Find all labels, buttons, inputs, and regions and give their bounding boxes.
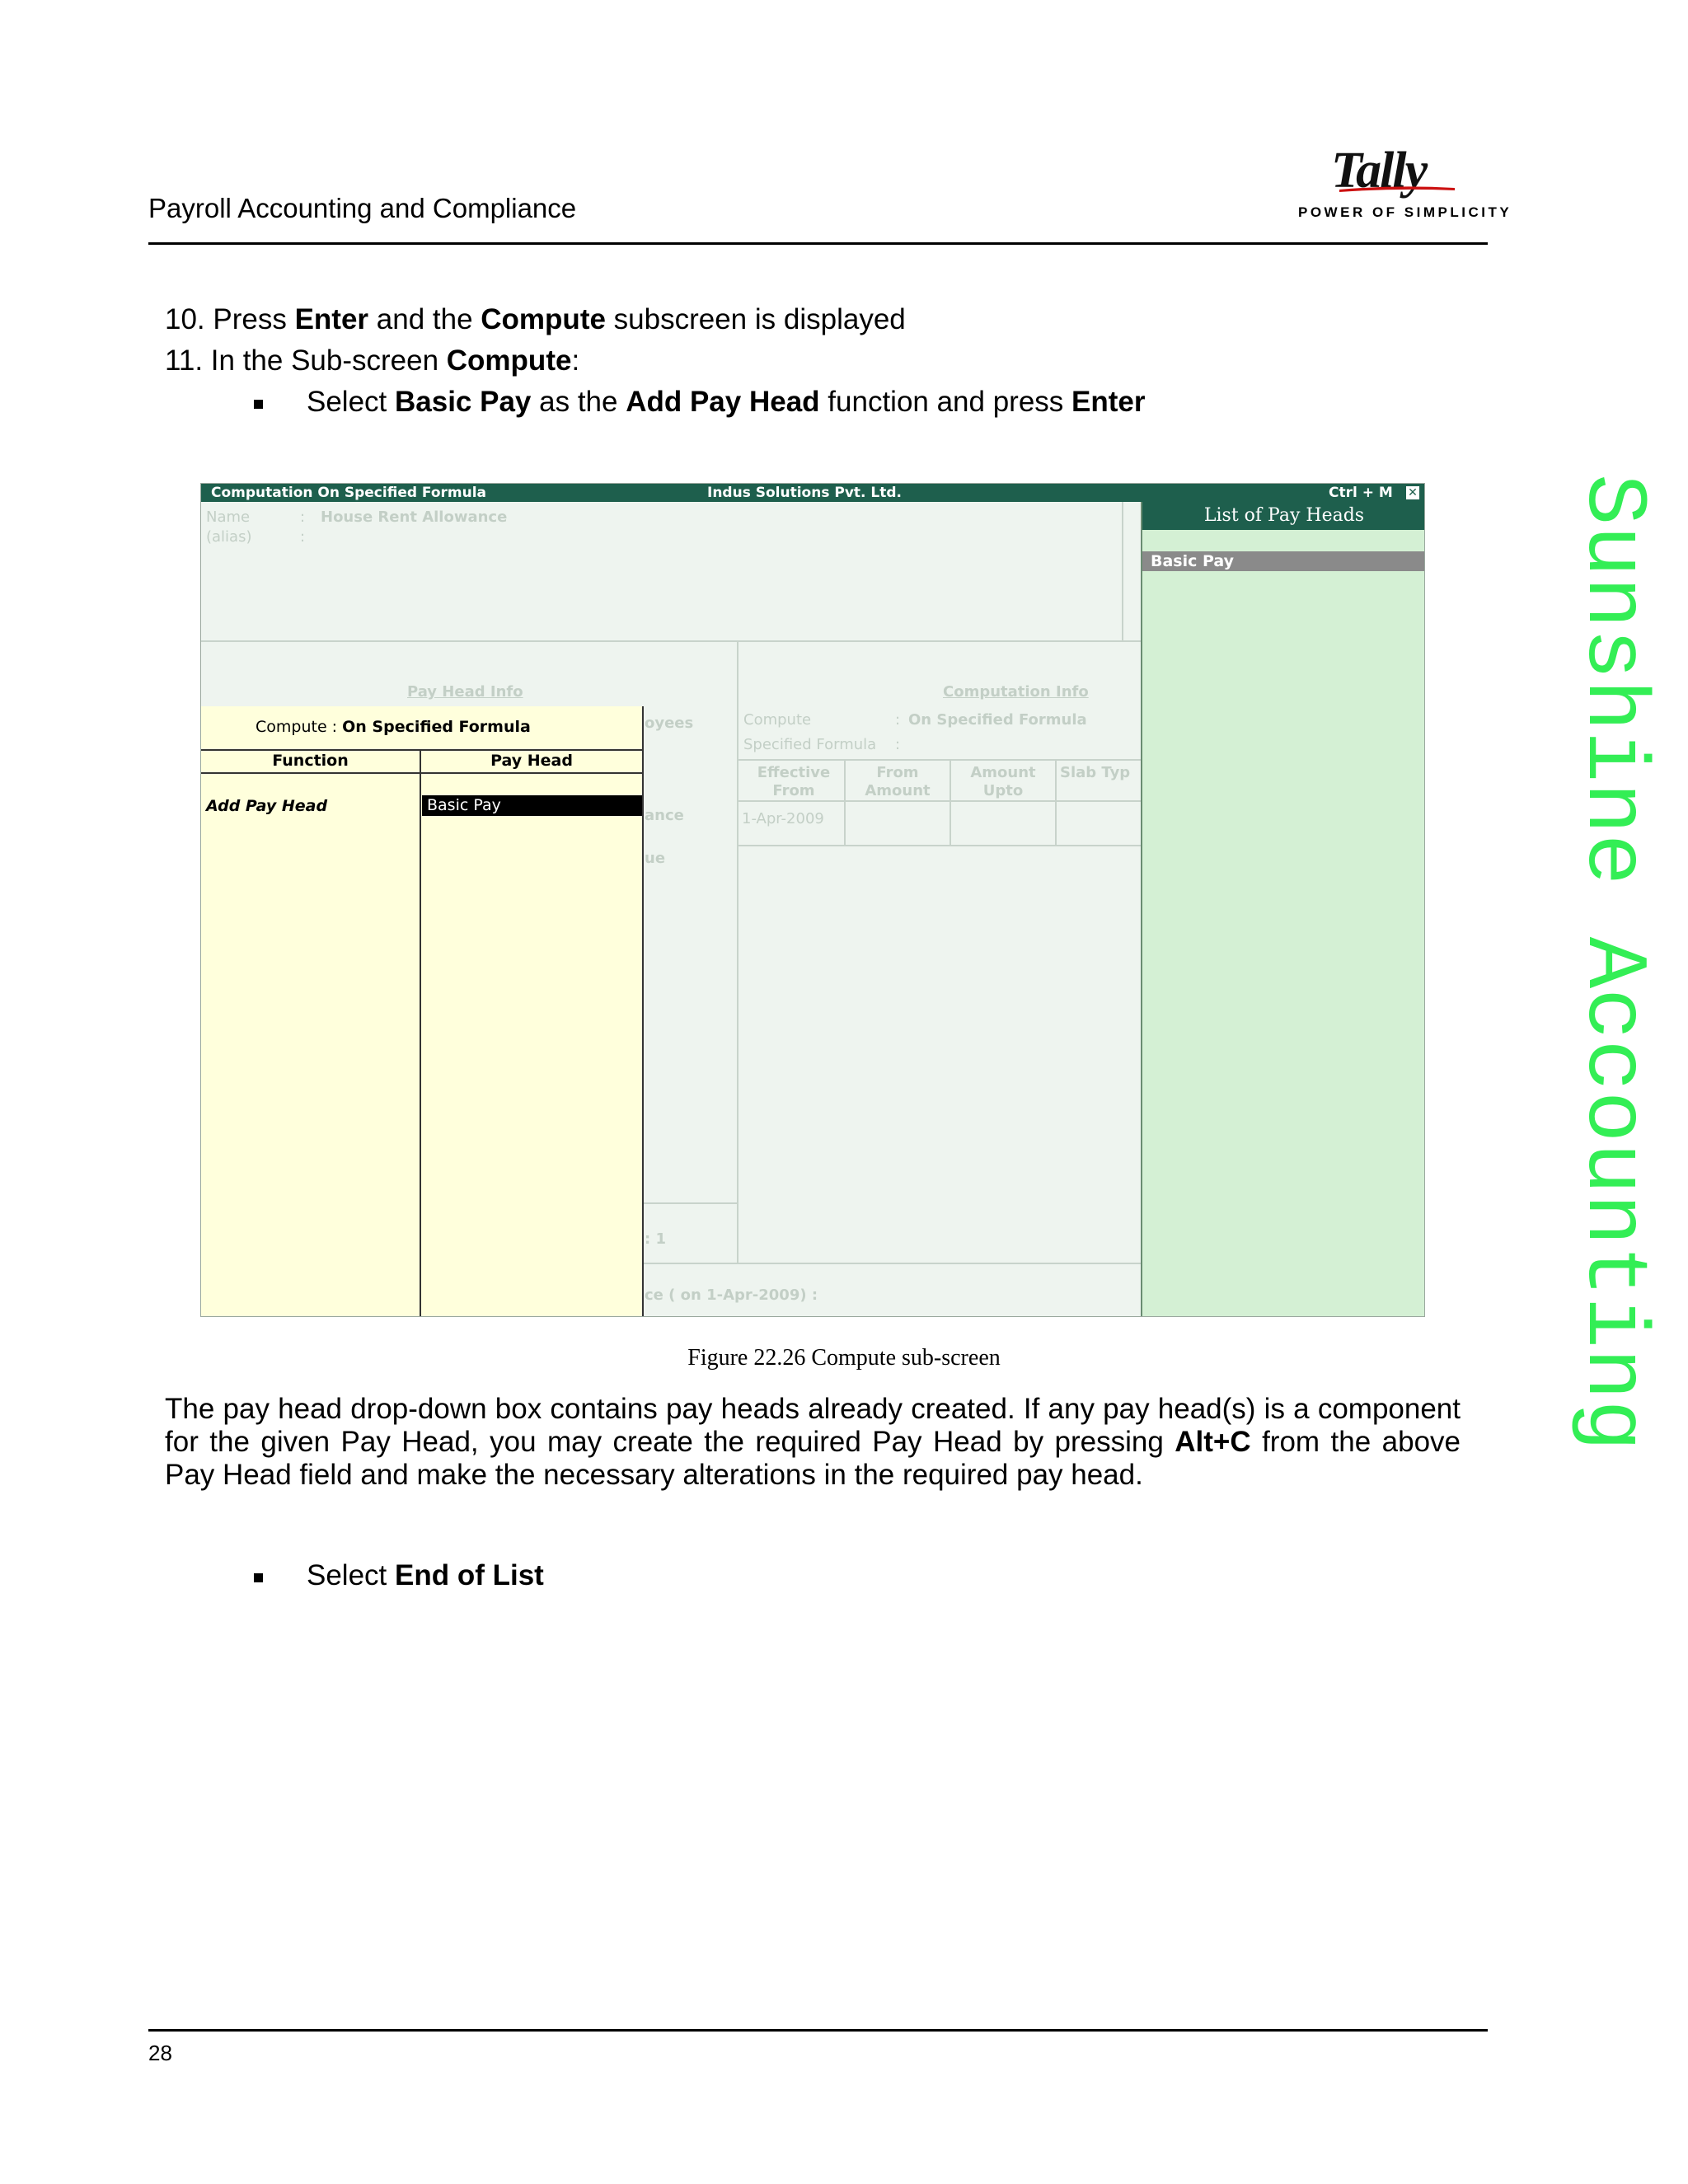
employees-fragment: oyees	[645, 715, 694, 732]
page-header-title: Payroll Accounting and Compliance	[148, 193, 577, 223]
list-of-pay-heads-title: List of Pay Heads	[1142, 502, 1424, 530]
company-name: Indus Solutions Pvt. Ltd.	[707, 485, 902, 501]
ue-fragment: ue	[645, 850, 666, 867]
section-divider	[737, 640, 738, 1263]
compute-colon: :	[895, 711, 901, 729]
list-of-pay-heads: List of Pay Heads Basic Pay	[1141, 502, 1424, 1316]
compute-columns-header: Function Pay Head	[201, 749, 642, 774]
compute-subscreen: Compute : On Specified Formula Function …	[201, 706, 644, 1316]
screen-title-bar: Computation On Specified Formula Indus S…	[201, 484, 1424, 502]
slab-col-sep-1	[844, 759, 846, 846]
slab-col-sep-3	[1055, 759, 1057, 846]
row-effective-date: 1-Apr-2009	[742, 810, 824, 827]
shortcut-hint: Ctrl + M	[1329, 485, 1393, 501]
tally-logo: Tally POWER OF SIMPLICITY	[1298, 142, 1509, 224]
compute-subscreen-heading: Compute : On Specified Formula	[256, 718, 531, 736]
function-add-pay-head[interactable]: Add Pay Head	[206, 797, 327, 815]
tally-compute-screenshot: Computation On Specified Formula Indus S…	[200, 483, 1425, 1317]
slab-table-row-bottom	[738, 845, 1141, 846]
bullet-square-icon	[254, 400, 263, 409]
watermark-text: Sunshine Accounting	[1564, 474, 1661, 1451]
header-divider	[148, 242, 1488, 245]
tally-logo-tagline: POWER OF SIMPLICITY	[1298, 204, 1512, 220]
alias-label: (alias)	[206, 528, 252, 546]
specified-formula-label: Specified Formula	[743, 736, 877, 753]
logo-swoosh-icon	[1339, 186, 1455, 192]
screen-title: Computation On Specified Formula	[211, 485, 487, 501]
figure-caption: Figure 22.26 Compute sub-screen	[687, 1345, 1001, 1371]
list-item[interactable]: Basic Pay	[1142, 551, 1424, 571]
lower-divider	[642, 1202, 738, 1204]
name-value: House Rent Allowance	[321, 509, 508, 526]
compute-column-divider	[420, 749, 421, 1316]
pay-head-info-heading: Pay Head Info	[407, 683, 523, 701]
one-fragment: : 1	[645, 1230, 666, 1248]
body-paragraph: The pay head drop-down box contains pay …	[165, 1393, 1461, 1491]
step-10: 10. Press Enter and the Compute subscree…	[165, 303, 906, 335]
name-label: Name	[206, 509, 251, 526]
slab-table-top	[738, 759, 1141, 761]
pay-head-field[interactable]: Basic Pay	[422, 795, 642, 816]
footer-divider	[148, 2029, 1488, 2032]
page-number: 28	[148, 2041, 172, 2065]
name-colon: :	[300, 509, 306, 526]
computation-info-heading: Computation Info	[943, 683, 1089, 701]
col-slab-type: Slab Typ	[1060, 764, 1131, 781]
slab-col-sep-2	[950, 759, 951, 846]
col-pay-head: Pay Head	[490, 752, 573, 770]
col-from-amount: From Amount	[865, 764, 931, 799]
ce-fragment: ce ( on 1-Apr-2009) :	[645, 1286, 818, 1304]
bullet-select-end-of-list: Select End of List	[307, 1559, 544, 1591]
slab-table-header-bottom	[738, 800, 1141, 802]
bottom-divider	[642, 1263, 1141, 1264]
step-11: 11. In the Sub-screen Compute:	[165, 344, 580, 377]
specified-formula-colon: :	[895, 736, 901, 753]
col-amount-upto: Amount Upto	[970, 764, 1036, 799]
alias-colon: :	[300, 528, 306, 546]
col-effective-from: Effective From	[757, 764, 831, 799]
bullet-select-basic-pay: Select Basic Pay as the Add Pay Head fun…	[307, 386, 1146, 418]
compute-value: On Specified Formula	[908, 711, 1087, 729]
form-vdivider	[1122, 502, 1123, 642]
ance-fragment: ance	[645, 807, 684, 824]
form-divider	[201, 640, 1141, 642]
bullet-square-icon	[254, 1573, 263, 1582]
close-icon[interactable]: ✕	[1406, 486, 1419, 499]
col-function: Function	[272, 752, 349, 770]
compute-label: Compute	[743, 711, 812, 729]
